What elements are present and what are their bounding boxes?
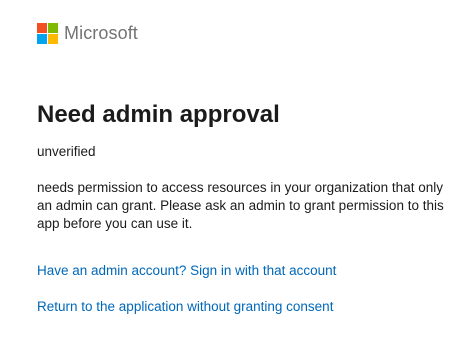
- logo-text: Microsoft: [64, 23, 138, 43]
- admin-signin-link[interactable]: Have an admin account? Sign in with that…: [37, 262, 336, 279]
- permission-description: needs permission to access resources in …: [37, 180, 444, 231]
- microsoft-logo-icon: [37, 23, 58, 44]
- app-name-label: unverified: [37, 144, 96, 159]
- logo-square-yellow: [48, 34, 58, 44]
- microsoft-logo: Microsoft: [37, 23, 138, 44]
- return-without-consent-link[interactable]: Return to the application without granti…: [37, 298, 333, 315]
- logo-square-green: [48, 23, 58, 33]
- logo-square-red: [37, 23, 47, 33]
- admin-approval-page: Microsoft Need admin approval unverified…: [0, 0, 474, 342]
- page-title: Need admin approval: [37, 101, 280, 128]
- logo-square-blue: [37, 34, 47, 44]
